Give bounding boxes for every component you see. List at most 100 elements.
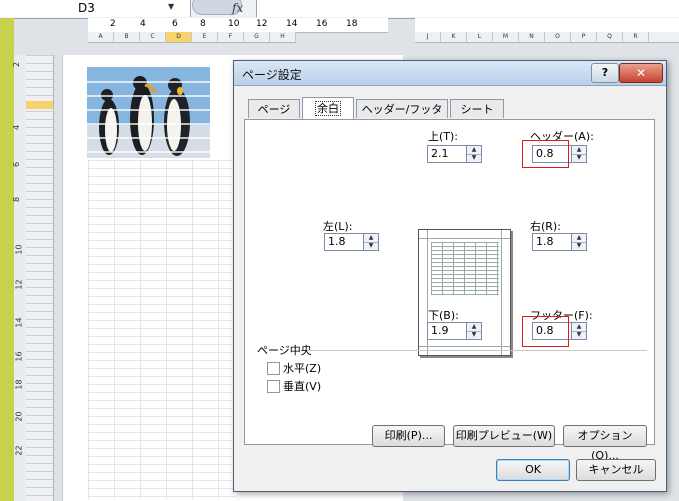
preview-guide-line	[501, 230, 502, 355]
print-preview-button[interactable]: 印刷プレビュー(W)	[453, 425, 555, 447]
ruler-number: 4	[140, 19, 146, 29]
fx-icon[interactable]: fx	[232, 1, 243, 15]
column-header[interactable]: O	[545, 32, 571, 42]
cancel-button[interactable]: キャンセル	[576, 459, 656, 481]
row-header-divider	[26, 167, 53, 168]
column-header[interactable]: A	[88, 32, 114, 42]
spinner-buttons[interactable]: ▲ ▼	[467, 145, 482, 163]
preview-table-line	[453, 242, 454, 294]
row-header-divider	[26, 135, 53, 136]
column-header[interactable]: P	[571, 32, 597, 42]
tab-margins[interactable]: 余白	[302, 97, 354, 119]
top-margin-input[interactable]: 2.1	[427, 145, 467, 163]
preview-guide-line	[419, 238, 510, 239]
ruler-number: 6	[172, 19, 178, 29]
row-header-divider	[26, 63, 53, 64]
name-box[interactable]: D3 ▼	[0, 0, 191, 17]
row-header-divider	[26, 183, 53, 184]
row-header-divider	[26, 159, 53, 160]
ruler-number: 8	[200, 19, 206, 29]
bottom-margin-spinner[interactable]: 1.9 ▲ ▼	[427, 322, 482, 340]
ruler-number: 12	[256, 19, 268, 29]
row-header-divider	[26, 495, 53, 496]
tab-page[interactable]: ページ	[248, 99, 300, 118]
spinner-buttons[interactable]: ▲ ▼	[572, 233, 587, 251]
top-margin-spinner[interactable]: 2.1 ▲ ▼	[427, 145, 482, 163]
horizontal-checkbox[interactable]	[267, 362, 280, 375]
ruler-number: 20	[14, 411, 24, 422]
right-margin-spinner[interactable]: 1.8 ▲ ▼	[532, 233, 587, 251]
row-header-divider	[26, 175, 53, 176]
column-header[interactable]: C	[140, 32, 166, 42]
column-header[interactable]: Q	[597, 32, 623, 42]
down-arrow-icon[interactable]: ▼	[572, 331, 586, 339]
options-button[interactable]: オプション(O)...	[563, 425, 647, 462]
column-header[interactable]: J	[415, 32, 441, 42]
row-header-divider	[26, 391, 53, 392]
row-header-divider	[26, 247, 53, 248]
column-header[interactable]: B	[114, 32, 140, 42]
tab-header-footer[interactable]: ヘッダー/フッター	[356, 99, 448, 135]
tab-label: ページ	[257, 103, 291, 116]
row-header-divider	[26, 439, 53, 440]
formula-input[interactable]	[256, 0, 679, 17]
down-arrow-icon[interactable]: ▼	[364, 242, 378, 250]
row-header-divider	[26, 255, 53, 256]
row-header-divider	[26, 447, 53, 448]
row-header-divider	[26, 191, 53, 192]
close-button[interactable]: ✕	[619, 63, 663, 83]
spinner-buttons[interactable]: ▲ ▼	[364, 233, 379, 251]
dialog-titlebar[interactable]: ページ設定 ? ✕	[234, 61, 666, 86]
row-header-divider	[26, 375, 53, 376]
print-button[interactable]: 印刷(P)...	[372, 425, 445, 447]
vertical-checkbox[interactable]	[267, 380, 280, 393]
down-arrow-icon[interactable]: ▼	[467, 154, 481, 162]
column-header[interactable]: F	[218, 32, 244, 42]
ruler-number: 2	[12, 61, 22, 68]
ruler-number: 18	[14, 379, 24, 390]
column-header[interactable]: N	[519, 32, 545, 42]
ruler-number: 2	[110, 19, 116, 29]
column-header[interactable]: D	[166, 32, 192, 42]
spinner-buttons[interactable]: ▲ ▼	[572, 322, 587, 340]
column-header[interactable]: M	[493, 32, 519, 42]
horizontal-ruler: 2 4 6 8 10 12 14 16 18	[88, 18, 388, 33]
row-header-divider	[26, 463, 53, 464]
ruler-number: 10	[14, 244, 24, 255]
tab-sheet[interactable]: シート	[450, 99, 504, 118]
down-arrow-icon[interactable]: ▼	[572, 242, 586, 250]
left-margin-spinner[interactable]: 1.8 ▲ ▼	[324, 233, 379, 251]
left-margin-input[interactable]: 1.8	[324, 233, 364, 251]
selected-row-header[interactable]	[26, 101, 53, 109]
column-header[interactable]: G	[244, 32, 270, 42]
help-button[interactable]: ?	[591, 63, 619, 83]
column-header[interactable]: E	[192, 32, 218, 42]
right-margin-input[interactable]: 1.8	[532, 233, 572, 251]
ok-button[interactable]: OK	[496, 459, 570, 481]
row-header-divider	[26, 79, 53, 80]
down-arrow-icon[interactable]: ▼	[572, 154, 586, 162]
section-divider	[307, 350, 647, 351]
down-arrow-icon[interactable]: ▼	[467, 331, 481, 339]
preview-table-line	[475, 242, 476, 294]
spinner-buttons[interactable]: ▲ ▼	[467, 322, 482, 340]
column-header[interactable]: H	[270, 32, 296, 42]
row-header-divider	[26, 471, 53, 472]
bottom-margin-input[interactable]: 1.9	[427, 322, 467, 340]
column-header[interactable]: L	[467, 32, 493, 42]
cell-grid[interactable]	[88, 160, 236, 500]
tab-label: 余白	[315, 101, 341, 116]
vertical-checkbox-label[interactable]: 垂直(V)	[283, 378, 321, 394]
horizontal-checkbox-label[interactable]: 水平(Z)	[283, 360, 321, 376]
penguin-image[interactable]	[87, 67, 210, 158]
column-header[interactable]: R	[623, 32, 649, 42]
ruler-number: 16	[316, 19, 328, 29]
spinner-buttons[interactable]: ▲ ▼	[572, 145, 587, 163]
ruler-number: 6	[12, 161, 22, 168]
chevron-down-icon[interactable]: ▼	[168, 2, 174, 11]
row-headers	[26, 55, 54, 501]
bottom-margin-label: 下(B):	[428, 309, 459, 322]
column-header[interactable]: K	[441, 32, 467, 42]
row-header-divider	[26, 151, 53, 152]
row-header-divider	[26, 407, 53, 408]
